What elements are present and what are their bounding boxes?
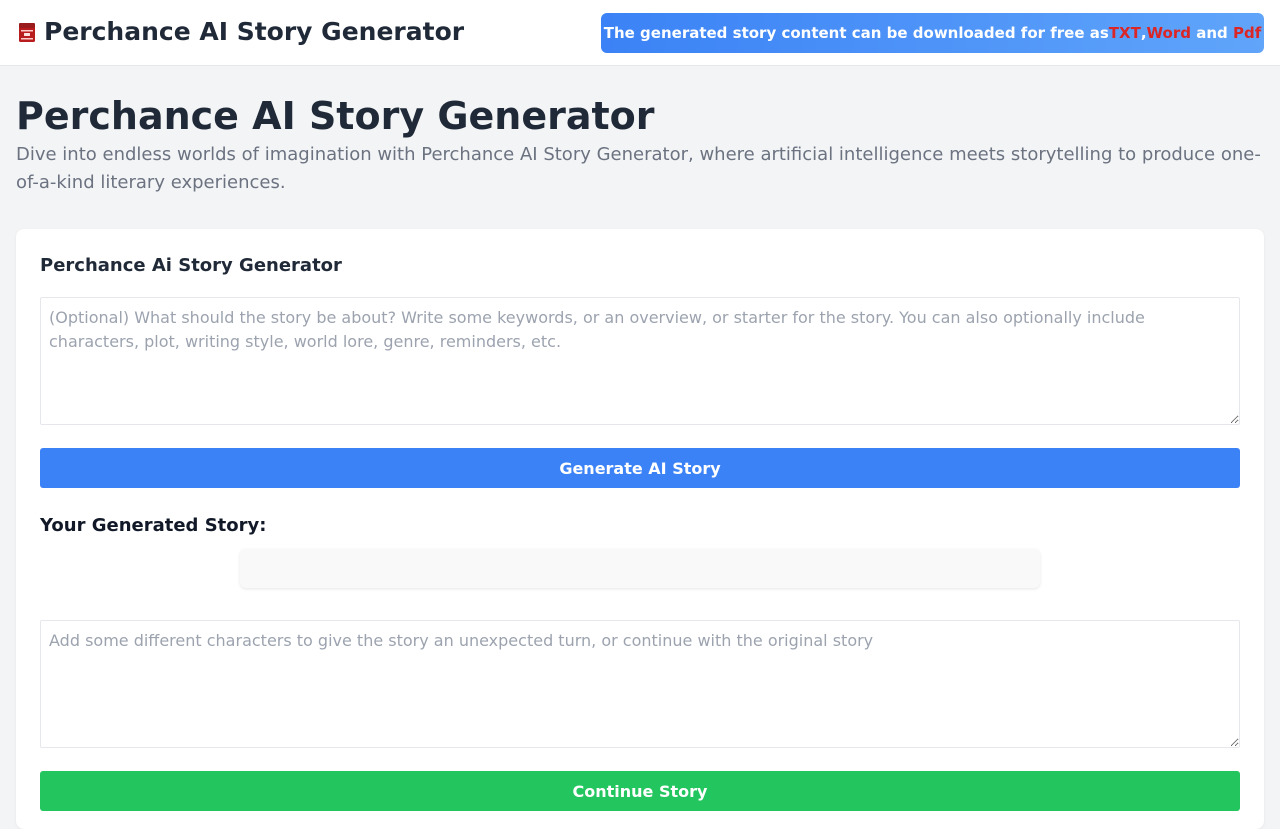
download-promo-banner: The generated story content can be downl…: [601, 13, 1264, 53]
generator-title: Perchance Ai Story Generator: [40, 255, 342, 276]
promo-and: and: [1190, 24, 1233, 42]
format-txt: TXT: [1108, 24, 1141, 42]
generated-story-label: Your Generated Story:: [40, 515, 267, 536]
format-pdf: Pdf: [1232, 24, 1262, 42]
format-word: Word: [1146, 24, 1191, 42]
brand[interactable]: Perchance AI Story Generator: [18, 16, 464, 48]
book-icon: [19, 23, 35, 42]
continue-story-button[interactable]: Continue Story: [40, 771, 1240, 811]
generator-card: Perchance Ai Story Generator Generate AI…: [16, 229, 1264, 829]
promo-text: The generated story content can be downl…: [603, 24, 1109, 42]
site-title: Perchance AI Story Generator: [44, 17, 465, 46]
generated-story-output: [240, 549, 1040, 588]
generate-story-button[interactable]: Generate AI Story: [40, 448, 1240, 488]
page-title: Perchance AI Story Generator: [16, 94, 655, 138]
story-prompt-input[interactable]: [40, 297, 1240, 425]
continue-story-input[interactable]: [40, 620, 1240, 748]
top-header: Perchance AI Story Generator The generat…: [0, 0, 1280, 66]
page-description: Dive into endless worlds of imagination …: [16, 144, 1261, 193]
